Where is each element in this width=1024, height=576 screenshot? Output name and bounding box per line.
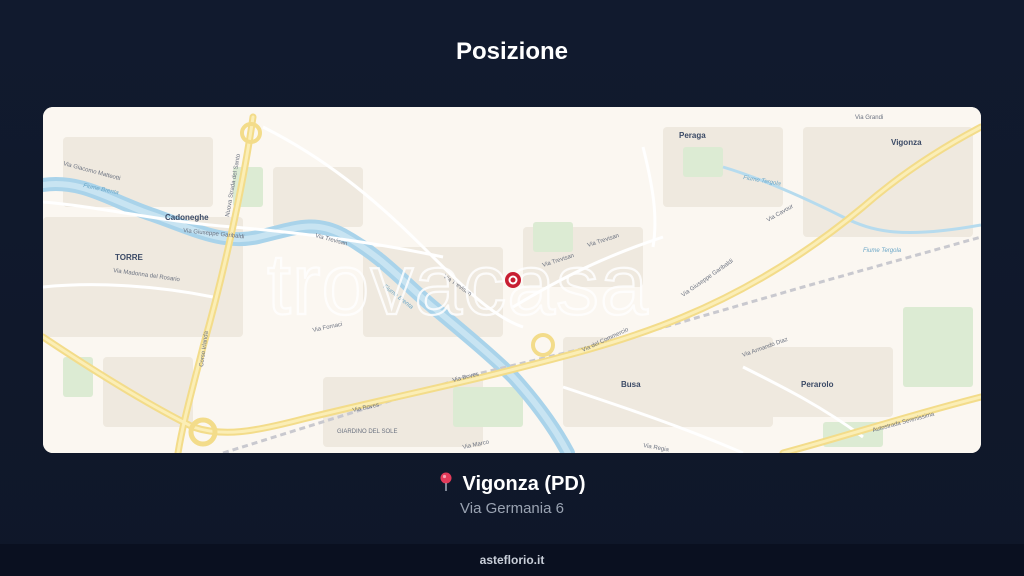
town-label: Vigonza [891, 138, 922, 147]
map[interactable]: Via Giacomo Matteotti Via Giuseppe Garib… [43, 107, 981, 453]
map-canvas[interactable]: Via Giacomo Matteotti Via Giuseppe Garib… [43, 107, 981, 453]
pin-icon [439, 472, 453, 492]
town-label: TORRE [115, 253, 144, 262]
town-label: Peraga [679, 131, 706, 140]
town-label: Busa [621, 380, 641, 389]
location-title: Vigonza (PD) [0, 472, 1024, 496]
watermark-logo: trovacasa [267, 237, 649, 333]
map-marker-icon[interactable] [505, 272, 521, 288]
place-label: GIARDINO DEL SOLE [337, 429, 397, 435]
footer: asteflorio.it [0, 544, 1024, 576]
road-label: Via Grandi [855, 115, 883, 121]
town-label: Perarolo [801, 380, 834, 389]
town-label: Cadoneghe [165, 213, 209, 222]
page-title: Posizione [455, 38, 569, 65]
river-label: Fiume Tergola [863, 248, 902, 254]
footer-site-link[interactable]: asteflorio.it [480, 553, 545, 567]
location-name: Vigonza (PD) [462, 473, 586, 495]
location-address: Via Germania 6 [460, 500, 564, 517]
